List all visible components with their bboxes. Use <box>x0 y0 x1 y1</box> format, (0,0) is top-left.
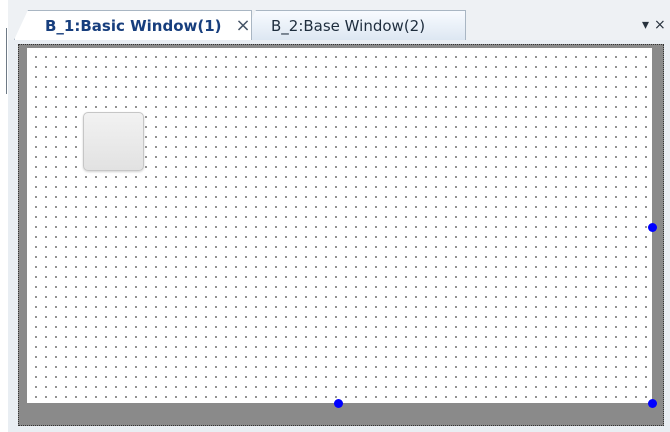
left-divider <box>6 28 7 94</box>
close-icon[interactable]: × <box>654 17 666 33</box>
tab-label: B_2:Base Window(2) <box>271 16 426 35</box>
tab-basic-window[interactable]: B_1:Basic Window(1) × <box>14 10 252 40</box>
tab-tools: ▾ × <box>642 10 670 40</box>
design-canvas[interactable] <box>27 48 652 403</box>
left-edge-strip <box>0 0 8 432</box>
resize-handle-right[interactable] <box>648 223 657 232</box>
tab-base-window[interactable]: B_2:Base Window(2) <box>242 10 466 40</box>
resize-handle-bottom-right[interactable] <box>648 399 657 408</box>
rounded-shape-object[interactable] <box>83 112 144 171</box>
close-icon[interactable]: × <box>236 16 251 35</box>
editor-window: B_1:Basic Window(1) × B_2:Base Window(2)… <box>0 0 670 432</box>
tab-label: B_1:Basic Window(1) <box>45 16 222 35</box>
chevron-down-icon[interactable]: ▾ <box>642 17 649 33</box>
tab-bar: B_1:Basic Window(1) × B_2:Base Window(2)… <box>8 0 670 40</box>
resize-handle-bottom[interactable] <box>334 399 343 408</box>
